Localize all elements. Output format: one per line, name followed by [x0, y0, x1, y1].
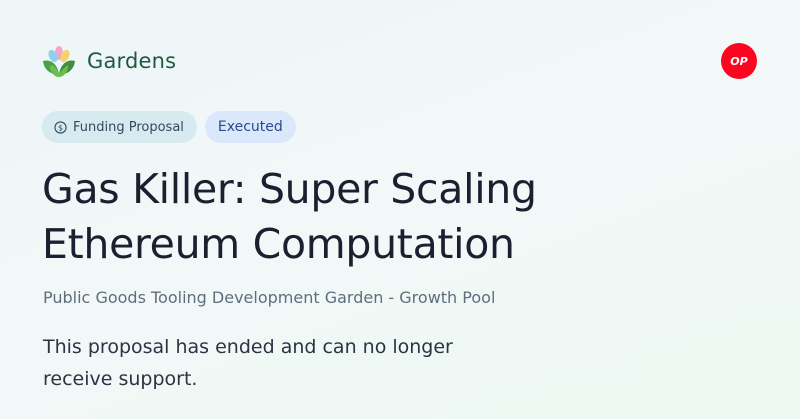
svg-text:$: $: [58, 123, 63, 132]
dollar-coin-icon: $: [54, 120, 67, 134]
pool-name[interactable]: Public Goods Tooling Development Garden …: [43, 288, 495, 307]
status-badge: Executed: [204, 111, 296, 143]
proposal-tags: $ Funding Proposal Executed: [42, 111, 296, 143]
proposal-type-badge: $ Funding Proposal: [42, 111, 197, 143]
optimism-network-icon[interactable]: OP: [721, 43, 757, 79]
proposal-type-label: Funding Proposal: [73, 119, 184, 135]
brand-name: Gardens: [87, 49, 177, 73]
proposal-ended-message: This proposal has ended and can no longe…: [43, 336, 453, 390]
proposal-title: Gas Killer: Super Scaling Ethereum Compu…: [42, 165, 537, 268]
gardens-flower-logo-icon: [43, 46, 75, 77]
gardens-brand[interactable]: Gardens: [42, 44, 176, 78]
